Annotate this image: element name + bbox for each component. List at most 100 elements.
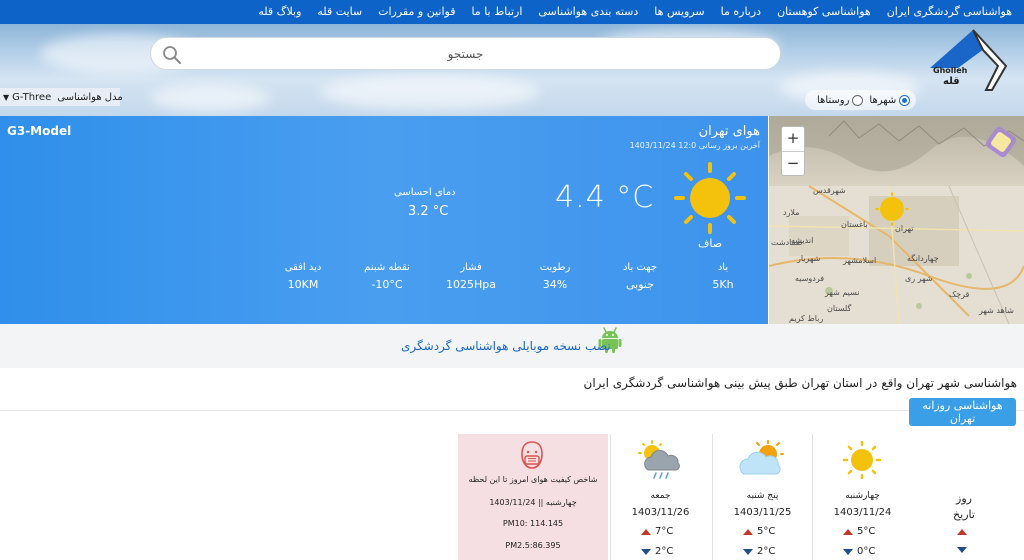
radio-cities-dot[interactable] (899, 94, 911, 106)
air-quality-pm25: PM2.5:86.395 (505, 541, 561, 550)
forecast-high: 5°C (843, 526, 875, 537)
radio-villages[interactable]: روستاها (817, 94, 864, 106)
gholleh-logo[interactable] (928, 28, 1008, 94)
zoom-out-button[interactable]: − (782, 151, 804, 175)
map-label: نسیم شهر (825, 288, 860, 297)
forecast-day-name: چهارشنبه (845, 491, 880, 501)
arrow-up-icon (843, 528, 853, 535)
forecast-day: جمعه 1403/11/26 7°C 2°C (610, 434, 710, 560)
nav-item-about[interactable]: درباره ما (713, 0, 769, 24)
forecast-low-value: 2°C (655, 546, 674, 557)
nav-item-rules[interactable]: قوانین و مقررات (370, 0, 463, 24)
row-date-label: تاریخ (953, 508, 975, 521)
map-gholleh-watermark-icon (985, 126, 1017, 158)
location-type-radios: شهرها روستاها (805, 90, 917, 110)
stat-dewpoint-label: نقطه شبنم (364, 262, 410, 273)
nav-item-contact[interactable]: ارتباط با ما (463, 0, 530, 24)
model-name: G3-Model (7, 124, 72, 138)
arrow-down-icon (641, 548, 651, 555)
forecast-day-name: پنج شنبه (746, 491, 779, 501)
map-zoom-control: + − (781, 126, 805, 176)
logo-text-fa: قله (943, 76, 960, 87)
forecast-day-name: جمعه (650, 491, 671, 501)
nav-item-services[interactable]: سرویس ها (646, 0, 712, 24)
model-select[interactable]: ▼ G-Three مدل هواشناسی (0, 88, 123, 106)
map-label: شاهد شهر (979, 306, 1014, 315)
rain-cloud-icon (638, 440, 680, 479)
air-quality-title: شاخص کیفیت هوای امروز تا این لحظه (468, 475, 598, 484)
stat-pressure-value: 1025Hpa (446, 278, 496, 291)
map-sun-marker-icon[interactable] (875, 192, 909, 226)
search-icon[interactable] (162, 45, 182, 65)
nav-item-blog[interactable]: وبلاگ قله (250, 0, 309, 24)
face-mask-icon (521, 441, 543, 469)
current-temperature: 4.4 °C (555, 180, 655, 215)
stat-wind-value: 5Kh (712, 278, 734, 291)
stat-humidity-value: 34% (542, 278, 568, 291)
map-label: ملارد (783, 208, 800, 217)
divider (0, 410, 1024, 411)
forecast-high-value: 5°C (757, 526, 776, 537)
forecast-low: 0°C (843, 546, 875, 557)
last-updated: آخرین بروز رسانی 12:0 1403/11/24 (629, 141, 760, 150)
map-label: صفادشت (771, 238, 803, 247)
radio-cities[interactable]: شهرها (869, 94, 911, 106)
map-label: شهریار (797, 254, 821, 263)
map-label: رباط کریم (789, 314, 824, 323)
nav-item-mountain-weather[interactable]: هواشناسی کوهستان (769, 0, 879, 24)
radio-villages-label: روستاها (817, 94, 850, 106)
low-temp-arrow-icon (957, 547, 971, 553)
current-weather-panel: G3-Model هوای تهران آخرین بروز رسانی 12:… (0, 116, 768, 324)
nav-item-tourism-weather[interactable]: هواشناسی گردشگری ایران (879, 0, 1020, 24)
arrow-up-icon (641, 528, 651, 535)
forecast-low: 2°C (743, 546, 775, 557)
search-box (150, 37, 781, 70)
arrow-up-icon (743, 528, 753, 535)
search-input[interactable] (151, 38, 780, 69)
forecast-low: 2°C (641, 546, 673, 557)
sun-icon (842, 440, 882, 480)
map-label: شهر ری (905, 274, 933, 283)
header-banner: Gholleh قله شهرها روستاها ▼ G-Three مدل … (0, 24, 1024, 116)
nav-item-categories[interactable]: دسته بندی هواشناسی (530, 0, 646, 24)
radio-villages-dot[interactable] (852, 94, 864, 106)
map-label: فردوسیه (795, 274, 825, 283)
arrow-down-icon (743, 548, 753, 555)
daily-weather-button[interactable]: هواشناسی روزانه تهران (909, 398, 1016, 426)
forecast-date: 1403/11/25 (733, 507, 792, 518)
install-app-link[interactable]: نصب نسخه موبایلی هواشناسی گردشگری (401, 339, 611, 353)
forecast-date: 1403/11/24 (833, 507, 892, 518)
arrow-down-icon (843, 548, 853, 555)
forecast-day: پنج شنبه 1403/11/25 5°C 2°C (712, 434, 812, 560)
radio-cities-label: شهرها (869, 94, 897, 106)
map-label: چهاردانگه (907, 254, 939, 263)
model-select-label: مدل هواشناسی (57, 91, 123, 103)
city-title: هوای تهران (698, 124, 760, 139)
row-day-label: روز (956, 492, 972, 505)
stat-visibility-value: 10KM (287, 278, 319, 291)
condition-text: صاف (698, 237, 723, 250)
stat-humidity-label: رطوبت (539, 262, 571, 273)
top-nav: هواشناسی گردشگری ایران هواشناسی کوهستان … (0, 0, 1024, 24)
stat-pressure-label: فشار (460, 262, 482, 273)
map-label: باغستان (841, 220, 868, 229)
forecast-high-value: 7°C (655, 526, 674, 537)
high-temp-arrow-icon (957, 529, 971, 535)
stat-visibility-label: دید افقی (284, 262, 322, 273)
sun-icon (674, 162, 746, 234)
stat-wind-dir-label: جهت باد (622, 262, 658, 273)
map-label: اسلامشهر (843, 256, 877, 265)
forecast-high-value: 5°C (857, 526, 876, 537)
air-quality-date: چهارشنبه || 1403/11/24 (489, 498, 577, 507)
zoom-in-button[interactable]: + (782, 127, 804, 151)
nav-item-gholleh-site[interactable]: سایت قله (309, 0, 370, 24)
forecast-high: 5°C (743, 526, 775, 537)
stat-wind-label: باد (717, 262, 729, 273)
map-view[interactable]: شهرقدس ملارد باغستان اندیشه شهریار صفادش… (769, 116, 1024, 324)
forecast-date: 1403/11/26 (631, 507, 690, 518)
page-description: هواشناسی شهر تهران واقع در استان تهران ط… (583, 376, 1017, 390)
stat-wind-dir-value: جنوبی (625, 278, 655, 291)
forecast-high: 7°C (641, 526, 673, 537)
feels-like-value: 3.2 °C (408, 204, 449, 219)
logo-text: Gholleh (933, 66, 968, 75)
